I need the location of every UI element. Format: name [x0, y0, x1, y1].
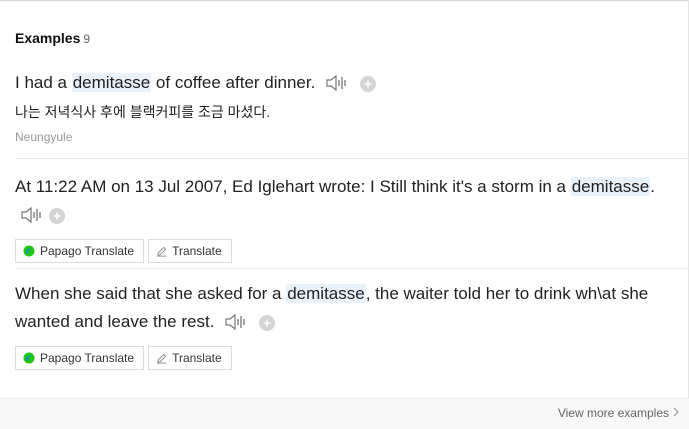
plus-circle-icon[interactable]: [48, 205, 65, 233]
footer-bar: View more examples: [0, 398, 689, 429]
speaker-icon[interactable]: [20, 205, 44, 233]
plus-circle-icon[interactable]: [258, 312, 275, 340]
papago-translate-button[interactable]: Papago Translate: [15, 239, 145, 263]
sentence-text: At 11:22 AM on 13 Jul 2007, Ed Iglehart …: [15, 177, 571, 196]
highlighted-word[interactable]: demitasse: [286, 284, 366, 303]
sentence-text: of coffee after dinner.: [151, 73, 316, 92]
sentence-text: .: [650, 177, 655, 196]
translate-buttons: Papago Translate Translate: [15, 239, 689, 263]
papago-translate-label: Papago Translate: [40, 351, 135, 365]
translate-button[interactable]: Translate: [148, 346, 232, 370]
example-sentence: When she said that she asked for a demit…: [15, 280, 689, 340]
chevron-right-icon: [673, 406, 679, 420]
papago-translate-button[interactable]: Papago Translate: [15, 346, 145, 370]
papago-translate-label: Papago Translate: [40, 244, 135, 258]
example-sentence: At 11:22 AM on 13 Jul 2007, Ed Iglehart …: [15, 173, 689, 233]
example-item-2: At 11:22 AM on 13 Jul 2007, Ed Iglehart …: [15, 173, 689, 263]
speaker-icon[interactable]: [325, 73, 349, 101]
examples-header: Examples 9: [15, 30, 90, 46]
divider: [15, 268, 689, 269]
pencil-icon: [156, 246, 167, 257]
example-item-1: I had a demitasse of coffee after dinner…: [15, 69, 689, 144]
examples-count: 9: [83, 32, 91, 46]
highlighted-word[interactable]: demitasse: [570, 177, 651, 196]
view-more-examples-link[interactable]: View more examples: [558, 406, 679, 420]
highlighted-word[interactable]: demitasse: [71, 73, 152, 92]
sentence-text: I had a: [15, 73, 72, 92]
sentence-text: When she said that she asked for a: [15, 284, 287, 303]
plus-circle-icon[interactable]: [359, 73, 376, 101]
divider: [15, 158, 689, 159]
pencil-icon: [156, 353, 167, 364]
example-sentence: I had a demitasse of coffee after dinner…: [15, 69, 689, 101]
papago-logo-icon: [23, 352, 35, 364]
view-more-label: View more examples: [557, 406, 669, 420]
examples-title: Examples: [15, 30, 81, 46]
speaker-icon[interactable]: [224, 312, 248, 340]
example-item-3: When she said that she asked for a demit…: [15, 280, 689, 370]
example-source[interactable]: Neungyule: [15, 130, 689, 144]
translate-button[interactable]: Translate: [148, 239, 232, 263]
example-translation: 나는 저녁식사 후에 블랙커피를 조금 마셨다.: [15, 104, 271, 120]
translate-label: Translate: [172, 244, 222, 258]
papago-logo-icon: [23, 245, 35, 257]
translate-buttons: Papago Translate Translate: [15, 346, 689, 370]
translate-label: Translate: [172, 351, 222, 365]
top-border: [0, 0, 689, 1]
